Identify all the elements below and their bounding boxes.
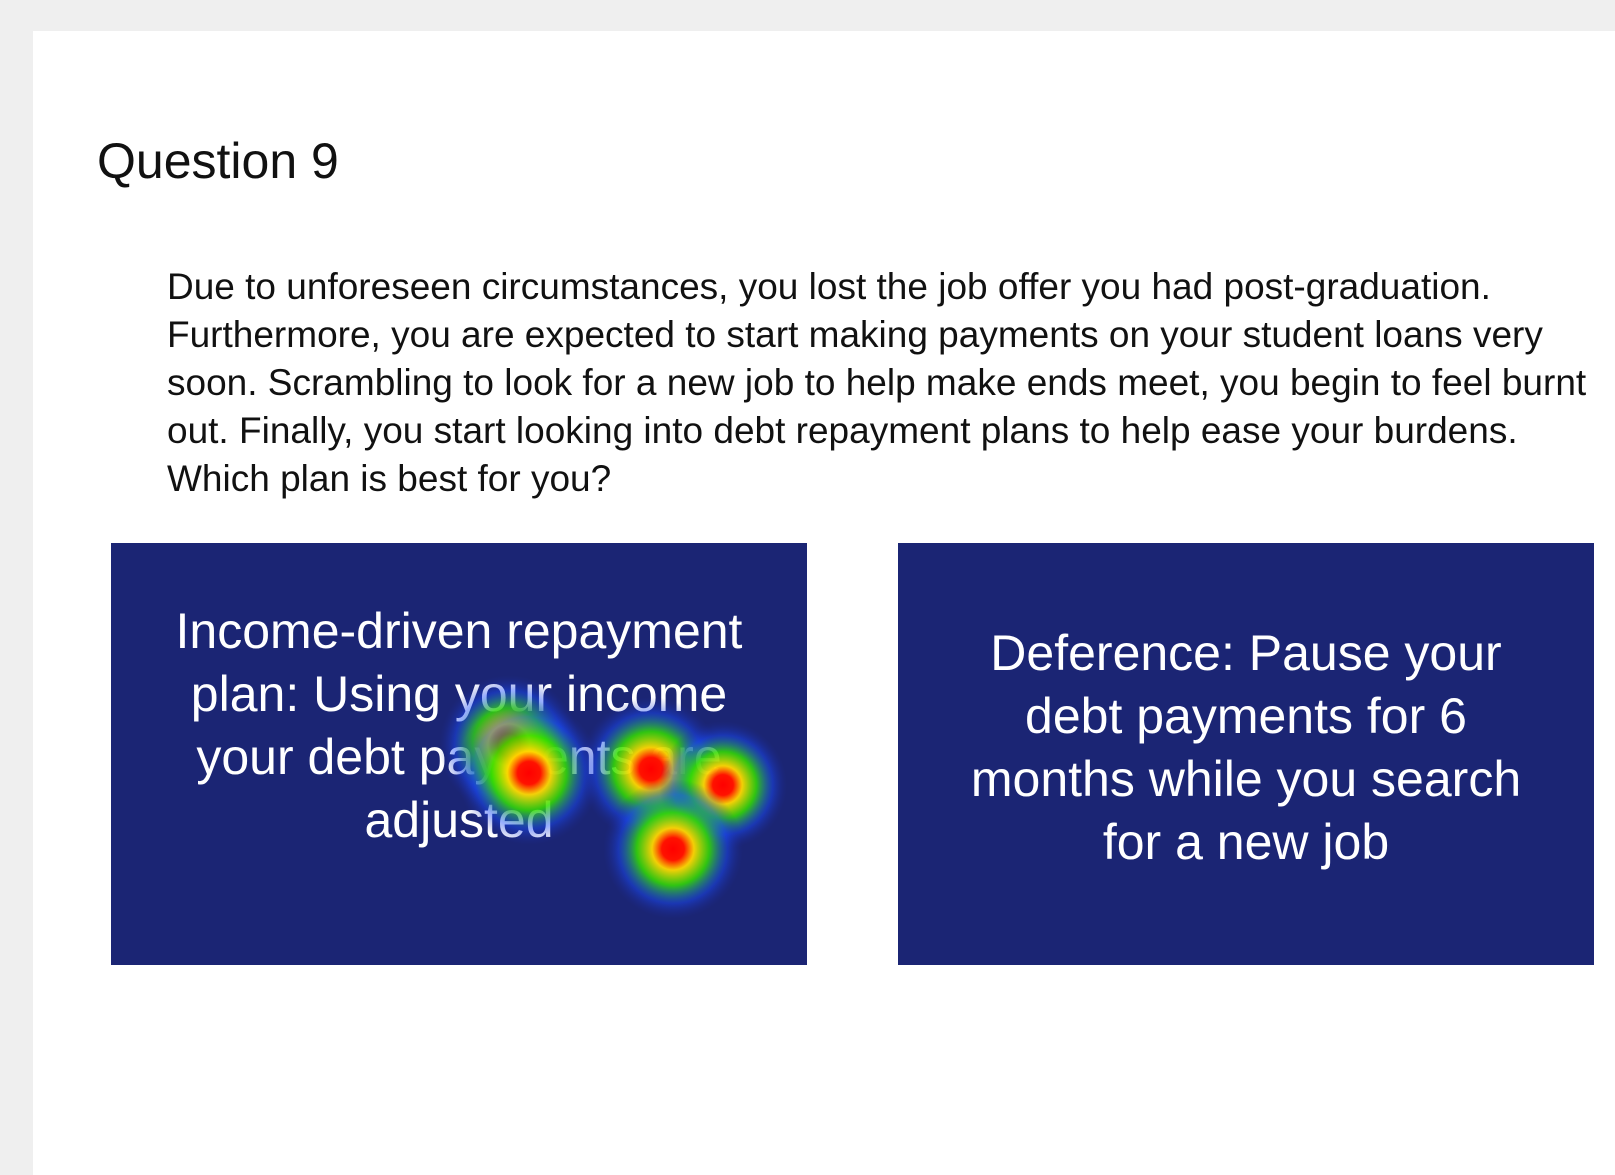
question-title: Question 9 xyxy=(97,133,339,189)
option-card-deference[interactable]: Deference: Pause your debt payments for … xyxy=(898,543,1594,965)
option-label: Deference: Pause your debt payments for … xyxy=(970,625,1522,870)
option-card-income-driven[interactable]: Income-driven repayment plan: Using your… xyxy=(111,543,807,965)
option-label: Income-driven repayment plan: Using your… xyxy=(175,603,743,848)
question-prompt: Due to unforeseen circumstances, you los… xyxy=(167,266,1587,499)
survey-page: Question 9 Due to unforeseen circumstanc… xyxy=(33,31,1615,1175)
